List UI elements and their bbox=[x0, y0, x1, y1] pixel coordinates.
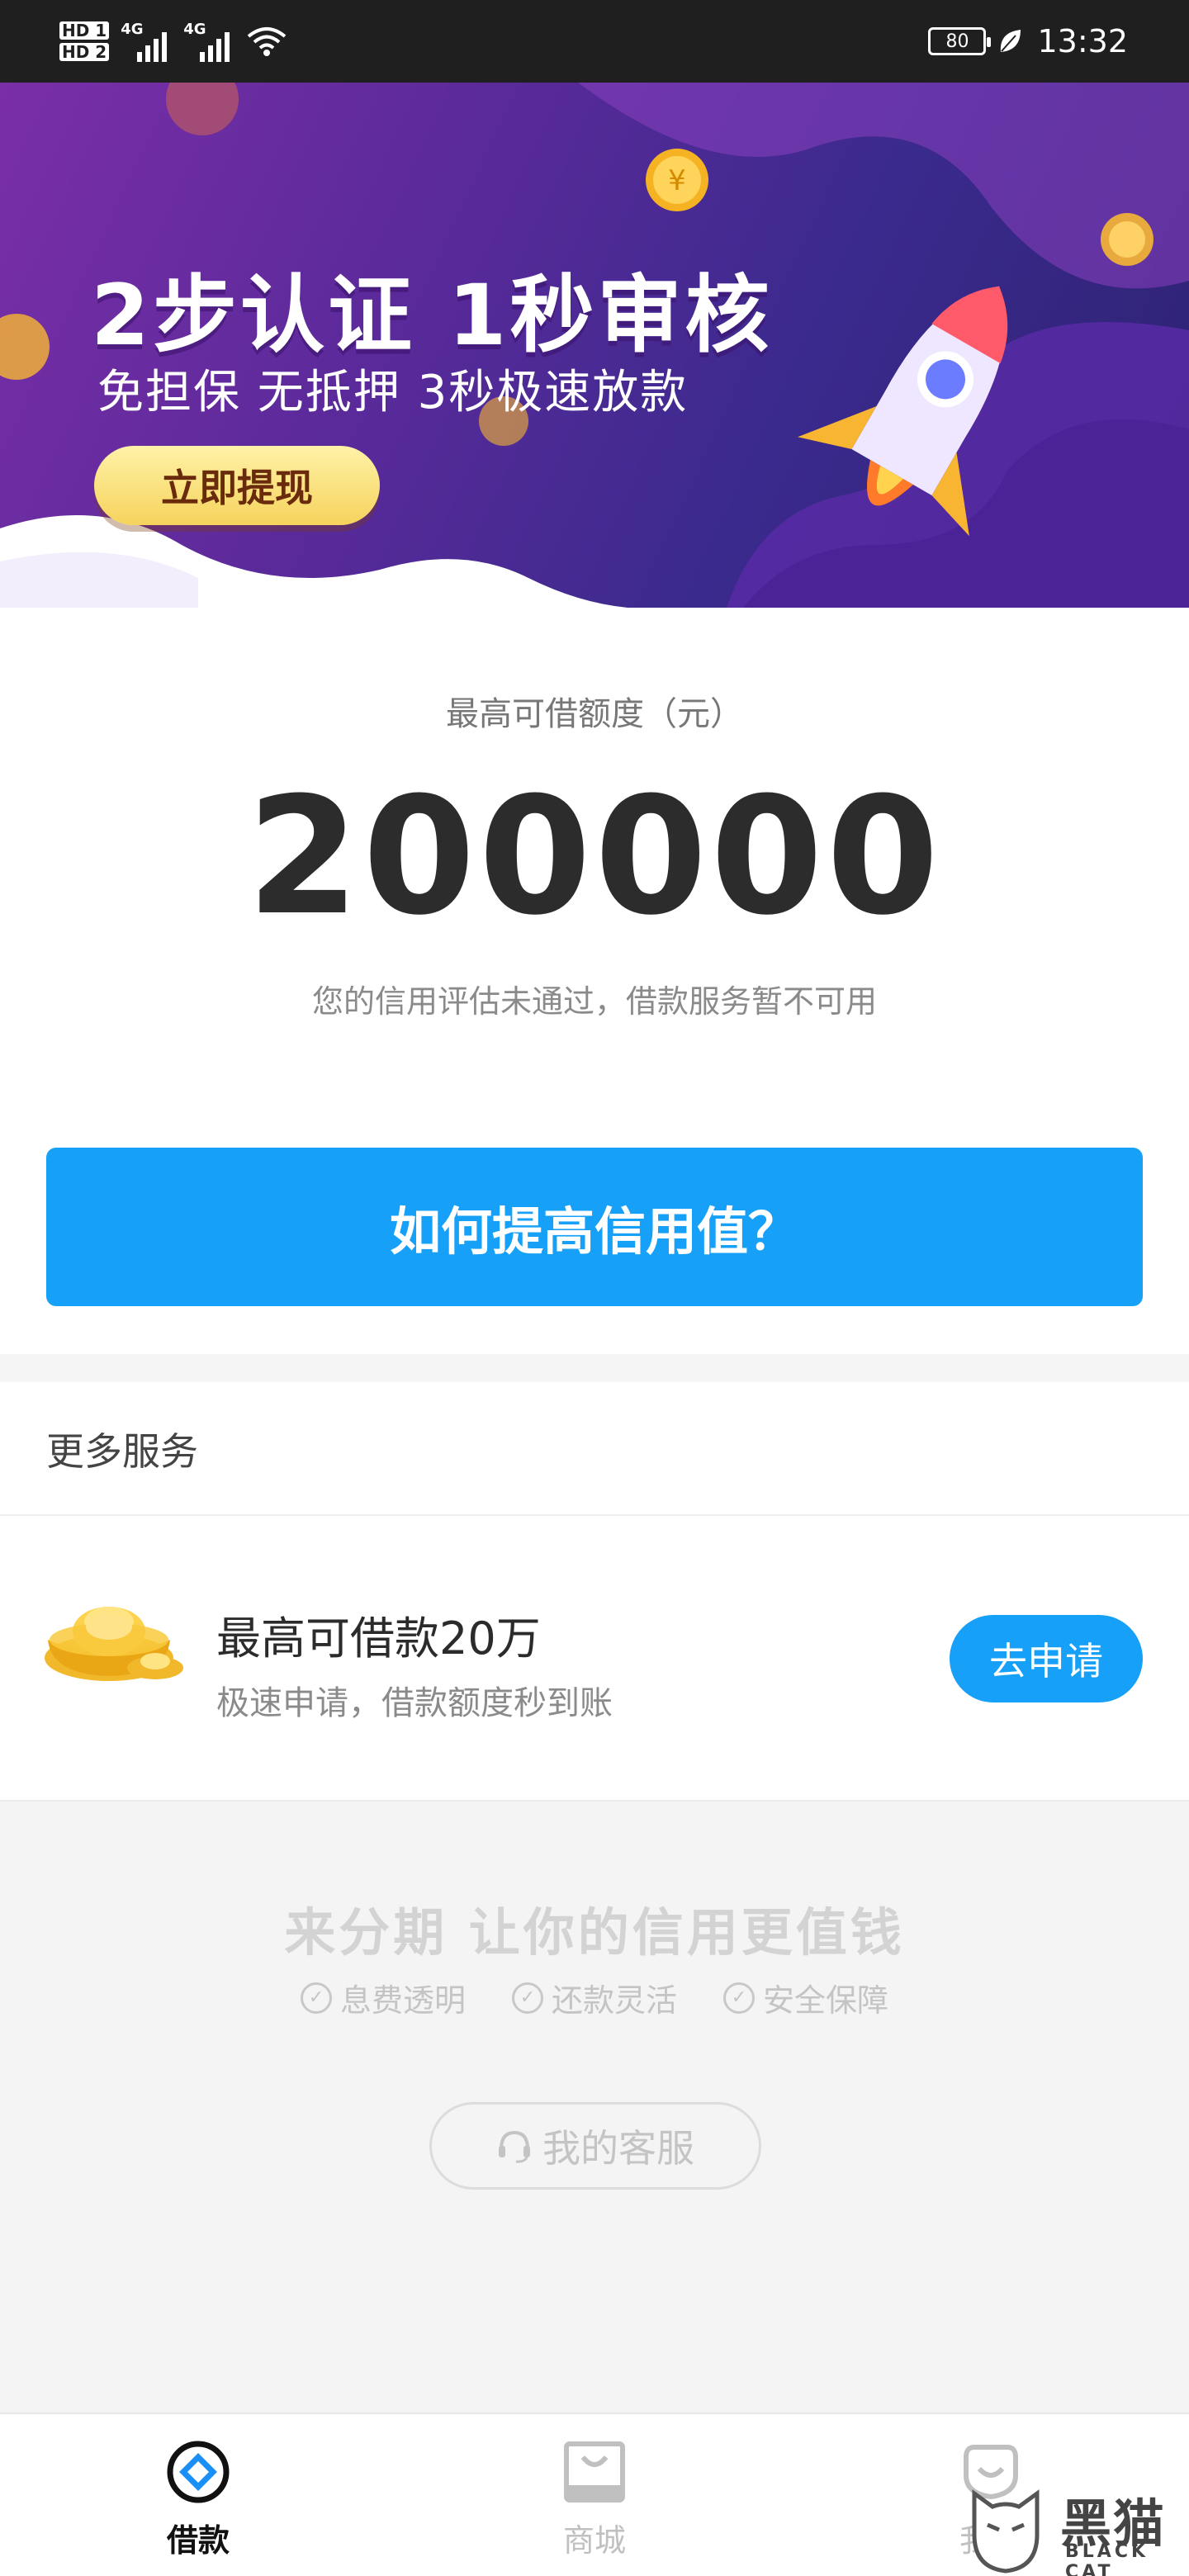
coin-icon: ¥ bbox=[646, 149, 708, 211]
mall-icon bbox=[564, 2441, 625, 2503]
feature-label: 安全保障 bbox=[763, 1982, 889, 2019]
hd-indicators: HD 1 HD 2 bbox=[59, 21, 110, 61]
status-left: HD 1 HD 2 4G 4G bbox=[59, 15, 287, 68]
credit-limit-label: 最高可借额度（元） bbox=[446, 695, 743, 733]
status-bar: HD 1 HD 2 4G 4G 80 13:32 bbox=[0, 0, 1189, 83]
hd2-badge: HD 2 bbox=[59, 43, 110, 61]
credit-limit-amount: 200000 bbox=[246, 763, 943, 951]
signal-icon-2: 4G bbox=[183, 21, 234, 62]
nav-label-mall: 商城 bbox=[562, 2522, 626, 2559]
customer-service-label: 我的客服 bbox=[542, 2126, 694, 2171]
check-circle-icon: ✓ bbox=[723, 1982, 755, 2014]
banner-title: 2步认证 1秒审核 bbox=[91, 267, 773, 365]
nav-label-loan: 借款 bbox=[166, 2522, 230, 2559]
wifi-icon bbox=[247, 27, 287, 56]
watermark-subtext: BLACK CAT bbox=[1065, 2541, 1149, 2576]
feature-label: 还款灵活 bbox=[551, 1982, 677, 2019]
signal-icon-1: 4G bbox=[121, 21, 172, 62]
service-title: 最高可借款20万 bbox=[216, 1612, 541, 1664]
battery-level: 80 bbox=[945, 31, 969, 52]
leaf-icon bbox=[1001, 30, 1021, 52]
service-description: 极速申请，借款额度秒到账 bbox=[216, 1684, 613, 1722]
banner-subtitle: 免担保 无抵押 3秒极速放款 bbox=[97, 366, 689, 419]
improve-credit-button[interactable]: 如何提高信用值？ bbox=[46, 1148, 1143, 1306]
check-circle-icon: ✓ bbox=[511, 1982, 543, 2014]
svg-text:¥: ¥ bbox=[668, 164, 686, 197]
feature-item: ✓ 安全保障 bbox=[723, 1975, 888, 2020]
more-services-title: 更多服务 bbox=[46, 1429, 198, 1474]
feature-item: ✓ 息费透明 bbox=[300, 1975, 466, 2020]
feature-label: 息费透明 bbox=[339, 1982, 466, 2019]
gold-ingot-icon bbox=[45, 1607, 183, 1681]
feature-item: ✓ 还款灵活 bbox=[511, 1975, 677, 2020]
status-right: 80 13:32 bbox=[928, 18, 1128, 64]
credit-status-note: 您的信用评估未通过，借款服务暂不可用 bbox=[311, 983, 877, 1020]
promo-slogan: 来分期 让你的信用更值钱 bbox=[284, 1902, 905, 1963]
customer-service-button[interactable]: 我的客服 bbox=[429, 2102, 761, 2190]
check-circle-icon: ✓ bbox=[300, 1982, 332, 2014]
battery-icon: 80 bbox=[928, 27, 992, 55]
clock: 13:32 bbox=[1037, 23, 1128, 59]
apply-button[interactable]: 去申请 bbox=[950, 1615, 1143, 1702]
headset-icon bbox=[499, 2130, 530, 2163]
loan-icon bbox=[167, 2441, 230, 2503]
feature-list: ✓ 息费透明 ✓ 还款灵活 ✓ 安全保障 bbox=[0, 1975, 1189, 2020]
nav-item-mall[interactable]: 商城 bbox=[495, 2439, 694, 2560]
promo-banner[interactable]: ¥ 2步认证 1秒审核 免担保 无抵押 3秒极速放款 立即提现 bbox=[0, 83, 1189, 608]
section-separator bbox=[0, 1354, 1189, 1382]
nav-item-loan[interactable]: 借款 bbox=[99, 2439, 297, 2560]
hd1-badge: HD 1 bbox=[59, 21, 110, 40]
withdraw-now-button[interactable]: 立即提现 bbox=[94, 446, 380, 525]
